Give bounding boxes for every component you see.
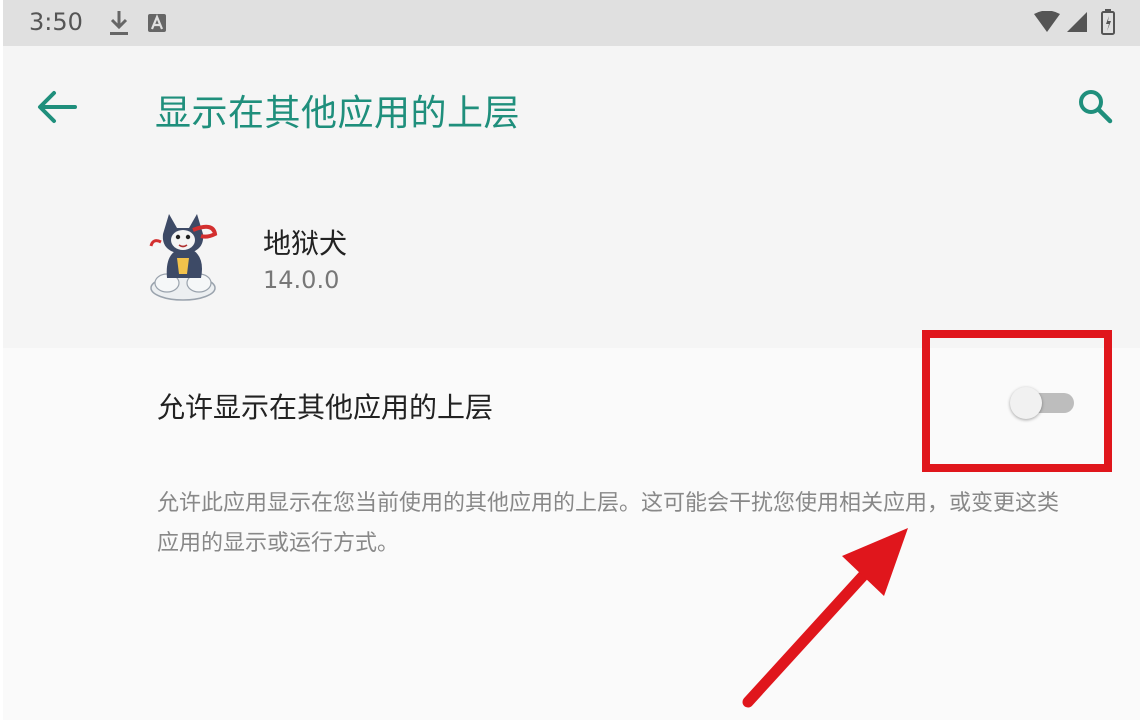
annotation-arrow-icon bbox=[742, 528, 908, 708]
app-version: 14.0.0 bbox=[263, 266, 340, 294]
app-name: 地狱犬 bbox=[263, 227, 348, 260]
page-title: 显示在其他应用的上层 bbox=[155, 93, 521, 134]
status-bar: 3:50 bbox=[3, 0, 1140, 46]
app-info-header: 地狱犬 14.0.0 bbox=[3, 166, 1140, 348]
permission-label: 允许显示在其他应用的上层 bbox=[157, 391, 494, 424]
signal-icon bbox=[1067, 12, 1087, 32]
download-icon bbox=[110, 11, 128, 35]
permission-description: 允许此应用显示在您当前使用的其他应用的上层。这可能会干扰您使用相关应用，或变更这… bbox=[157, 491, 1060, 556]
wifi-icon bbox=[1034, 11, 1060, 32]
search-icon[interactable] bbox=[1077, 88, 1113, 124]
annotation-highlight-box bbox=[922, 330, 1112, 472]
back-arrow-icon[interactable] bbox=[37, 90, 77, 124]
app-bar: 显示在其他应用的上层 bbox=[3, 46, 1140, 166]
status-time: 3:50 bbox=[29, 8, 83, 36]
a-notification-icon bbox=[148, 14, 166, 32]
battery-icon bbox=[1101, 9, 1115, 35]
app-icon bbox=[149, 214, 218, 301]
